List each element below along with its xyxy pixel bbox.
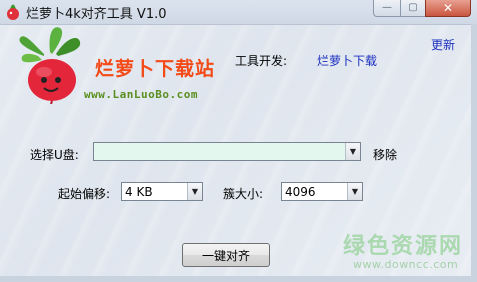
usb-drive-select[interactable]: ▼ [93,142,361,161]
watermark-url: www.downcc.com [353,258,459,271]
window-frame-right [471,24,477,282]
chevron-down-icon: ▼ [349,146,357,156]
cluster-label: 簇大小: [223,187,264,201]
offset-value: 4 KB [125,184,153,199]
cluster-dropdown-button[interactable]: ▼ [347,183,362,200]
window-frame-bottom [0,276,477,282]
offset-label: 起始偏移: [58,187,111,201]
watermark-text: 绿色资源网 [343,234,464,259]
radish-mascot-logo [19,27,81,104]
developer-value: 烂萝卜下载 [317,54,378,68]
developer-label: 工具开发: [235,54,288,68]
cluster-size-value: 4096 [285,184,316,199]
offset-dropdown-button[interactable]: ▼ [187,183,202,200]
usb-dropdown-button[interactable]: ▼ [345,143,360,160]
close-button[interactable]: ✕ [425,0,471,17]
maximize-button[interactable]: ▢ [400,0,426,17]
cluster-size-select[interactable]: 4096 ▼ [281,182,363,201]
site-url: www.LanLuoBo.com [84,88,198,101]
chevron-down-icon: ▼ [351,186,359,196]
remove-button[interactable]: 移除 [373,146,397,163]
app-window: 烂萝卜4k对齐工具 V1.0 — ▢ ✕ 烂萝卜下载站 www.LanLuoBo… [0,0,477,282]
title-bar[interactable]: 烂萝卜4k对齐工具 V1.0 — ▢ ✕ [0,0,477,25]
radish-icon [7,4,19,20]
minimize-button[interactable]: — [373,0,401,17]
update-link[interactable]: 更新 [431,36,455,53]
maximize-icon: ▢ [408,2,418,13]
minimize-icon: — [382,2,392,13]
usb-label: 选择U盘: [30,148,79,162]
brand-title: 烂萝卜下载站 [95,58,216,80]
offset-select[interactable]: 4 KB ▼ [121,182,203,201]
one-click-align-button[interactable]: 一键对齐 [182,243,270,267]
window-title: 烂萝卜4k对齐工具 V1.0 [26,7,167,22]
chevron-down-icon: ▼ [191,186,199,196]
close-icon: ✕ [442,1,454,15]
